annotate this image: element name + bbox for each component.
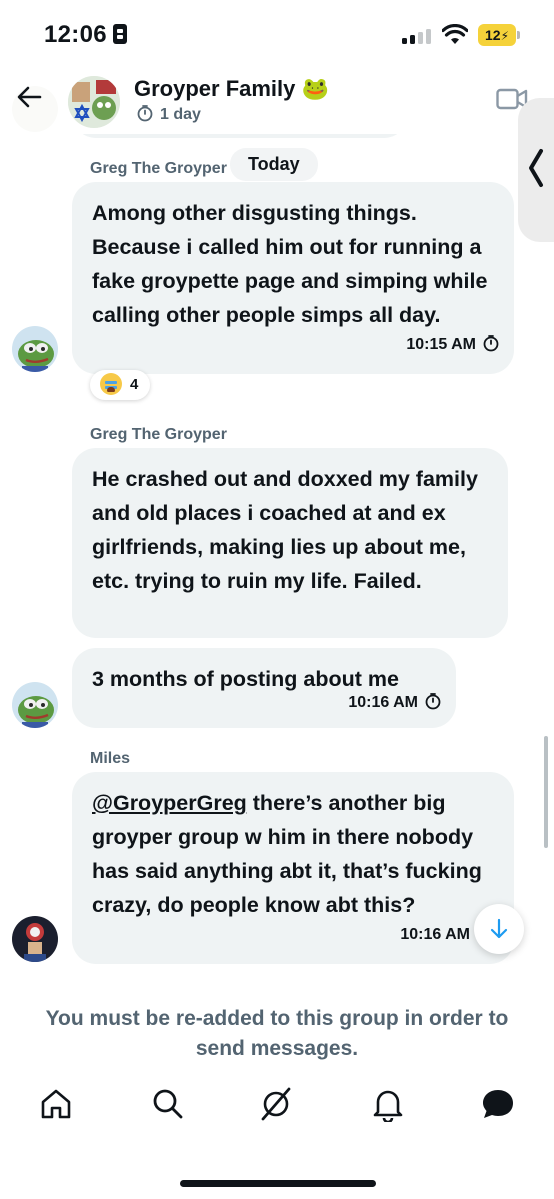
message-time: 10:16 AM — [348, 694, 418, 711]
message-bubble[interactable]: 3 months of posting about me 10:16 AM — [72, 648, 456, 728]
reaction-pill[interactable]: 4 — [90, 370, 151, 400]
message-time: 10:15 AM — [406, 336, 476, 353]
timer-icon — [137, 105, 153, 122]
pepe-avatar-image — [12, 682, 58, 728]
message-text: He crashed out and doxxed my family and … — [92, 467, 478, 593]
message-time: 10:16 AM — [400, 926, 470, 943]
loudly-crying-face-icon — [100, 373, 122, 395]
grok-icon[interactable] — [258, 1086, 294, 1122]
chevron-left-icon — [529, 149, 543, 187]
disappearing-duration: 1 day — [160, 106, 201, 123]
wifi-icon — [442, 24, 468, 44]
message-sender: Greg The Groyper — [90, 160, 227, 177]
cellular-signal-icon — [402, 28, 434, 44]
status-time: 12:06 — [44, 21, 127, 49]
charging-bolt-icon: ⚡ — [500, 29, 509, 43]
sender-avatar[interactable] — [12, 326, 58, 372]
sender-avatar[interactable] — [12, 916, 58, 962]
battery-level: 12 — [484, 27, 501, 43]
message-text: Among other disgusting things. Because i… — [92, 201, 488, 327]
scrollbar-thumb[interactable] — [544, 736, 548, 848]
miles-avatar-image — [12, 916, 58, 962]
readd-notice: You must be re-added to this group in or… — [45, 1007, 509, 1060]
arrow-down-icon — [490, 918, 508, 939]
side-panel-handle[interactable] — [518, 98, 554, 242]
timer-icon — [483, 335, 499, 352]
message-bubble[interactable]: @GroyperGreg there’s another big groyper… — [72, 772, 514, 964]
home-indicator — [180, 1180, 376, 1187]
message-bubble[interactable]: He crashed out and doxxed my family and … — [72, 448, 508, 638]
focus-mode-icon — [112, 24, 127, 44]
bottom-navigation — [0, 1086, 554, 1146]
messages-icon[interactable] — [480, 1086, 516, 1122]
notifications-icon[interactable] — [370, 1086, 406, 1122]
group-name: Groyper Family 🐸 — [134, 76, 329, 101]
disappearing-messages-status: 1 day — [136, 104, 201, 124]
pepe-avatar-image — [12, 326, 58, 372]
group-avatar[interactable] — [68, 76, 120, 128]
group-avatar-image — [68, 76, 120, 128]
message-sender: Greg The Groyper — [90, 426, 227, 443]
message-meta: 10:15 AM — [406, 328, 500, 362]
date-separator: Today — [230, 148, 318, 181]
message-list[interactable]: Greg The Groyper Today Among other disgu… — [0, 86, 554, 980]
status-time-text: 12:06 — [44, 21, 107, 48]
message-sender: Miles — [90, 750, 131, 767]
message-bubble[interactable]: Among other disgusting things. Because i… — [72, 182, 514, 374]
battery-indicator: 12⚡ — [478, 24, 520, 46]
reaction-count: 4 — [130, 376, 139, 393]
sender-avatar[interactable] — [12, 682, 58, 728]
home-icon[interactable] — [38, 1086, 74, 1122]
search-icon[interactable] — [150, 1086, 186, 1122]
scroll-to-bottom-button[interactable] — [474, 904, 524, 954]
timer-icon — [425, 693, 441, 710]
message-meta: 10:16 AM — [400, 918, 470, 952]
back-arrow-icon[interactable] — [14, 82, 44, 112]
conversation-header: Groyper Family 🐸 1 day — [0, 62, 554, 134]
message-meta: 10:16 AM — [348, 686, 442, 720]
user-mention-link[interactable]: @GroyperGreg — [92, 791, 247, 815]
status-bar: 12:06 12⚡ — [0, 0, 554, 62]
